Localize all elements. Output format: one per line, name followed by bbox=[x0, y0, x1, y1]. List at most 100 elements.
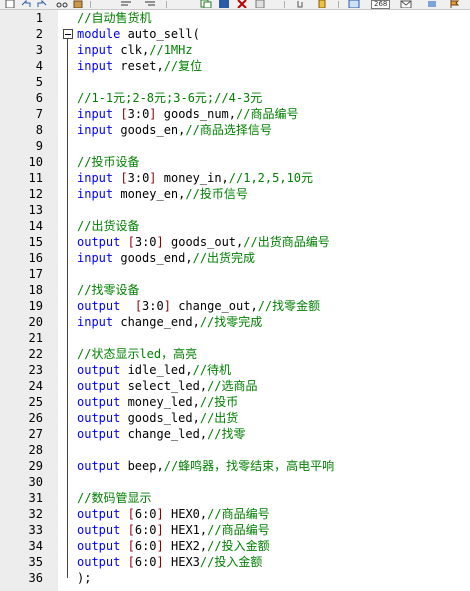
cut-icon[interactable] bbox=[56, 0, 68, 8]
line-number: 21 bbox=[28, 331, 43, 345]
code-text-token: change_end, bbox=[113, 315, 200, 329]
keyword-token: input bbox=[77, 251, 114, 265]
code-line[interactable]: 23 output idle_led,//待机 bbox=[0, 362, 470, 378]
code-line[interactable]: 6 //1-1元;2-8元;3-6元;//4-3元 bbox=[0, 90, 470, 106]
mail-icon[interactable] bbox=[400, 0, 412, 8]
code-text-token: goods_num, bbox=[156, 107, 237, 121]
undo-icon[interactable] bbox=[20, 0, 32, 8]
code-text: output [3:0] change_out,//找零金额 bbox=[77, 298, 320, 314]
code-line[interactable]: 5 bbox=[0, 74, 470, 90]
code-line[interactable]: 29 output beep,//蜂鸣器，找零结束，高电平响 bbox=[0, 458, 470, 474]
fold-collapse-icon[interactable] bbox=[63, 29, 73, 39]
comment-token: //数码管显示 bbox=[77, 491, 152, 505]
code-line[interactable]: 12 input money_en,//投币信号 bbox=[0, 186, 470, 202]
code-text: ); bbox=[77, 570, 91, 586]
code-line[interactable]: 3 input clk,//1MHz bbox=[0, 42, 470, 58]
code-text-token: clk, bbox=[113, 43, 150, 57]
keyword-token: output bbox=[77, 235, 121, 249]
code-line[interactable]: 7 input [3:0] goods_num,//商品编号 bbox=[0, 106, 470, 122]
code-line[interactable]: 24 output select_led,//选商品 bbox=[0, 378, 470, 394]
bracket-token: ] bbox=[149, 171, 157, 185]
flag-icon[interactable] bbox=[448, 0, 460, 8]
code-line[interactable]: 10 //投币设备 bbox=[0, 154, 470, 170]
keyword-token: module bbox=[77, 27, 121, 41]
code-line[interactable]: 22 //状态显示led，高亮 bbox=[0, 346, 470, 362]
comment-token: //投入金额 bbox=[199, 555, 263, 569]
code-line[interactable]: 14 //出货设备 bbox=[0, 218, 470, 234]
number-token: 6 bbox=[134, 555, 143, 569]
line-number: 3 bbox=[35, 43, 43, 57]
comment-token: //待机 bbox=[192, 363, 232, 377]
code-line[interactable]: 16 input goods_end,//出货完成 bbox=[0, 250, 470, 266]
code-line[interactable]: 19 output [3:0] change_out,//找零金额 bbox=[0, 298, 470, 314]
code-line[interactable]: 26 output goods_led,//出货 bbox=[0, 410, 470, 426]
comment-token: //自动售货机 bbox=[77, 11, 152, 25]
comment-token: //投币 bbox=[199, 395, 239, 409]
code-text-token: HEX0, bbox=[163, 507, 208, 521]
code-line[interactable]: 11 input [3:0] money_in,//1,2,5,10元 bbox=[0, 170, 470, 186]
line-number: 2 bbox=[35, 27, 43, 41]
code-line[interactable]: 4 input reset,//复位 bbox=[0, 58, 470, 74]
code-line[interactable]: 1 //自动售货机 bbox=[0, 10, 470, 26]
copy-icon[interactable] bbox=[200, 0, 212, 8]
attachment-icon[interactable] bbox=[294, 0, 306, 8]
code-line[interactable]: 27 output change_led,//找零 bbox=[0, 426, 470, 442]
code-text-token: change_out, bbox=[170, 299, 258, 313]
code-line[interactable]: 35 output [6:0] HEX3//投入金额 bbox=[0, 554, 470, 570]
code-line[interactable]: 33 output [6:0] HEX1,//商品编号 bbox=[0, 522, 470, 538]
code-line[interactable]: 34 output [6:0] HEX2,//投入金额 bbox=[0, 538, 470, 554]
code-line[interactable]: 30 bbox=[0, 474, 470, 490]
delete-icon[interactable] bbox=[254, 0, 266, 8]
paste-icon[interactable] bbox=[72, 0, 84, 8]
comment-token: //1,2,5,10元 bbox=[228, 171, 314, 185]
comment-token: //商品编号 bbox=[207, 523, 270, 537]
code-text: //出货设备 bbox=[77, 218, 139, 234]
bookmark-icon[interactable] bbox=[316, 0, 328, 8]
code-text: input goods_en,//商品选择信号 bbox=[77, 122, 272, 138]
line-number: 30 bbox=[28, 475, 43, 489]
code-line[interactable]: 18 //找零设备 bbox=[0, 282, 470, 298]
code-line[interactable]: 15 output [3:0] goods_out,//出货商品编号 bbox=[0, 234, 470, 250]
comment-token: //商品编号 bbox=[207, 507, 270, 521]
code-line[interactable]: 9 bbox=[0, 138, 470, 154]
number-token: 3 bbox=[127, 107, 135, 121]
line-number: 22 bbox=[28, 347, 43, 361]
line-number: 18 bbox=[28, 283, 43, 297]
code-text-token: reset, bbox=[113, 59, 164, 73]
align-right-icon[interactable] bbox=[144, 0, 156, 8]
code-editor[interactable]: 1//自动售货机 2 module auto_sell(3 input clk,//1… bbox=[0, 10, 470, 591]
code-line[interactable]: 2 module auto_sell( bbox=[0, 26, 470, 42]
code-line[interactable]: 13 bbox=[0, 202, 470, 218]
code-line[interactable]: 21 bbox=[0, 330, 470, 346]
tool-icon[interactable] bbox=[426, 0, 438, 8]
number-token: 0 bbox=[156, 299, 164, 313]
comment-token: //出货商品编号 bbox=[243, 235, 330, 249]
keyword-token: input bbox=[77, 43, 114, 57]
code-text-token: : bbox=[134, 171, 143, 185]
code-line[interactable]: 8 input goods_en,//商品选择信号 bbox=[0, 122, 470, 138]
code-text: //状态显示led，高亮 bbox=[77, 346, 197, 362]
comment-token: //出货设备 bbox=[77, 219, 140, 233]
code-line[interactable]: 20 input change_end,//找零完成 bbox=[0, 314, 470, 330]
comment-token: //商品编号 bbox=[236, 107, 299, 121]
close-icon[interactable] bbox=[236, 0, 248, 8]
window-icon[interactable] bbox=[348, 0, 360, 8]
save-all-icon[interactable] bbox=[218, 0, 230, 8]
code-line[interactable]: 17 bbox=[0, 266, 470, 282]
code-line[interactable]: 31 //数码管显示 bbox=[0, 490, 470, 506]
code-text: input [3:0] money_in,//1,2,5,10元 bbox=[77, 170, 313, 186]
keyword-token: output bbox=[77, 411, 121, 425]
line-number: 25 bbox=[28, 395, 43, 409]
code-line[interactable]: 32 output [6:0] HEX0,//商品编号 bbox=[0, 506, 470, 522]
code-line[interactable]: 25 output money_led,//投币 bbox=[0, 394, 470, 410]
keyword-token: output bbox=[77, 459, 121, 473]
code-line[interactable]: 36); bbox=[0, 570, 470, 586]
line-number: 24 bbox=[28, 379, 43, 393]
redo-icon[interactable] bbox=[36, 0, 48, 8]
align-left-icon[interactable] bbox=[120, 0, 132, 8]
line-number: 20 bbox=[28, 315, 43, 329]
new-file-icon[interactable] bbox=[4, 0, 16, 8]
comment-token: //状态显示led，高亮 bbox=[77, 347, 198, 361]
code-line[interactable]: 28 bbox=[0, 442, 470, 458]
